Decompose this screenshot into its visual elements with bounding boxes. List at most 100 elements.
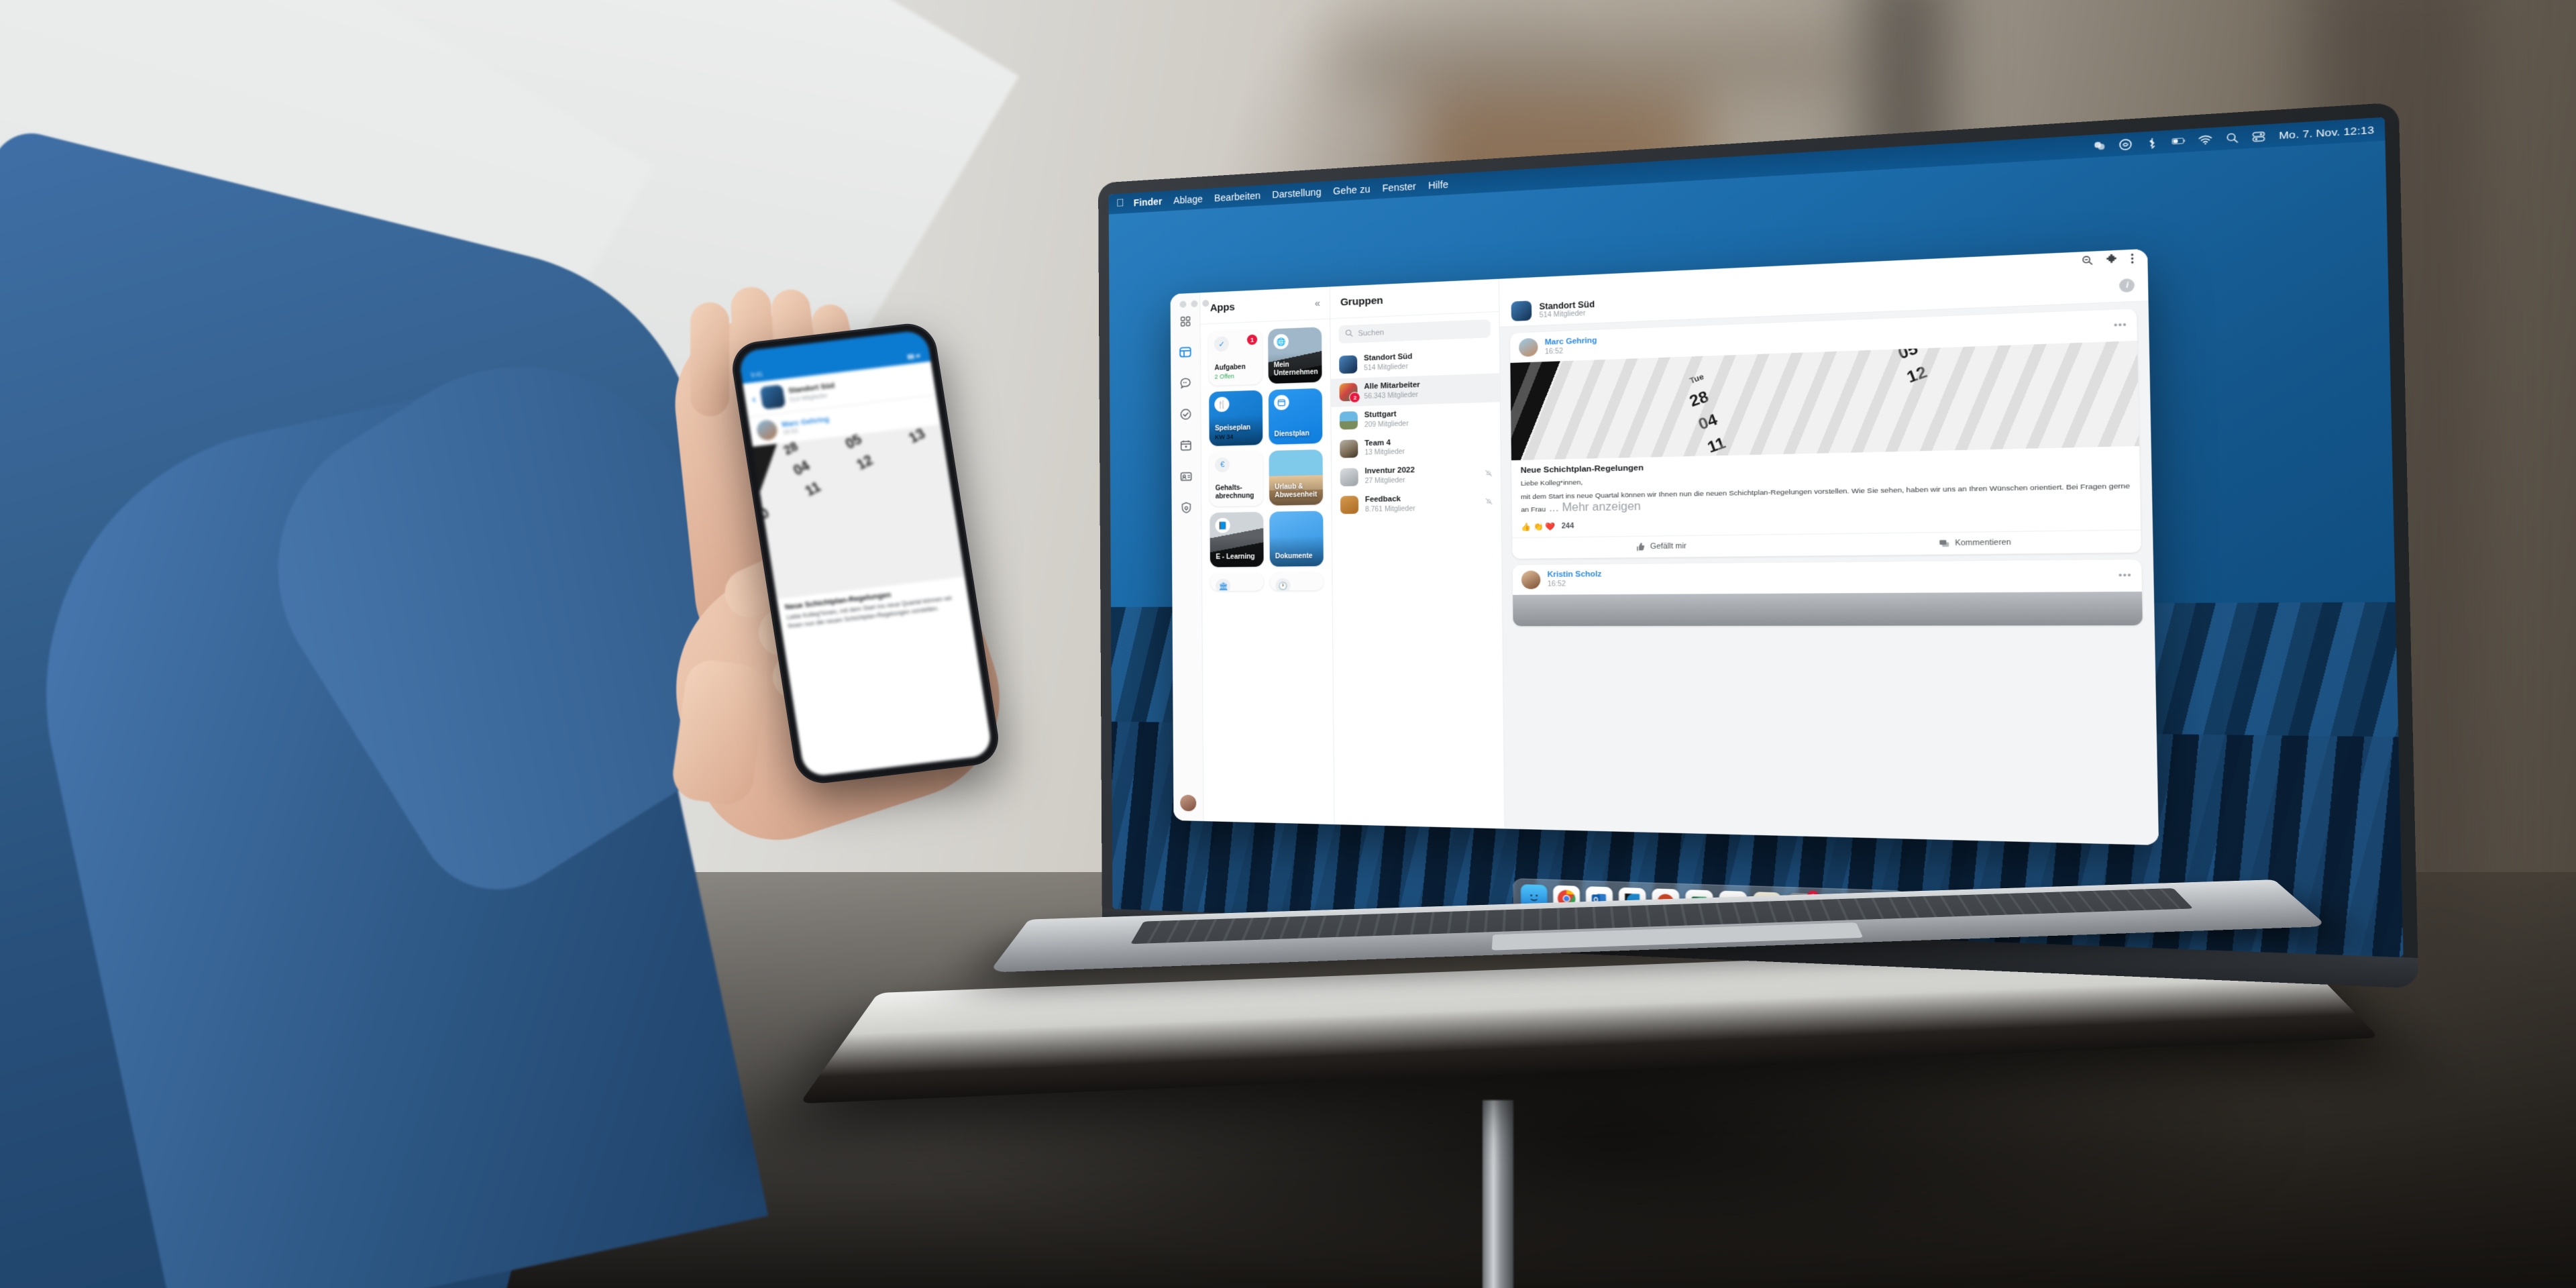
app-tile-dienstplan[interactable]: Dienstplan <box>1268 388 1323 445</box>
avatar[interactable] <box>1519 337 1539 358</box>
window-traffic-lights[interactable] <box>1179 300 1210 309</box>
photo-scene: 9:41 ▮▮ ▰ ‹ Standort Süd 514 Mitglieder … <box>0 0 2576 1288</box>
post-author[interactable]: Marc Gehring <box>1545 336 1597 348</box>
kebab-menu-icon[interactable]: ••• <box>2114 320 2127 331</box>
group-list-item-alle-mitarbeiter[interactable]: 2 Alle Mitarbeiter 56.343 Mitglieder <box>1331 373 1501 407</box>
contacts-card-icon[interactable] <box>1179 469 1194 484</box>
bell-muted-icon[interactable] <box>1485 469 1493 479</box>
menu-item-fenster[interactable]: Fenster <box>1382 180 1416 193</box>
wifi-icon[interactable] <box>2198 133 2212 145</box>
app-tile-label: Aufgaben <box>1214 364 1246 372</box>
creative-cloud-icon[interactable] <box>2118 138 2132 150</box>
laptop-screen[interactable]:  Finder Ablage Bearbeiten Darstellung G… <box>1108 117 2404 958</box>
menu-item-ablage[interactable]: Ablage <box>1173 193 1203 206</box>
phone-post-image: 27282930 03040506 10111213 <box>753 424 965 600</box>
app-tile-urlaub-abwesenheit[interactable]: Urlaub & Abwesenheit <box>1269 449 1324 506</box>
kebab-menu-icon[interactable]: ••• <box>2118 570 2132 581</box>
phone-group-avatar <box>759 384 786 410</box>
control-center-icon[interactable] <box>2252 131 2266 142</box>
group-list-item-feedback[interactable]: Feedback 8.761 Mitglieder <box>1332 488 1501 520</box>
apps-panel[interactable]: Apps « ✓ 1 Aufgaben 2 Offen 🌐 Mein Unter… <box>1200 286 1335 824</box>
avatar[interactable] <box>1180 794 1197 812</box>
phone-author-avatar <box>755 419 779 441</box>
app-tile-speiseplan[interactable]: 🍴 Speiseplan KW 34 <box>1209 390 1263 447</box>
tasks-check-icon[interactable] <box>1179 407 1193 422</box>
app-tile-mein-unternehmen[interactable]: 🌐 Mein Unternehmen <box>1268 327 1323 384</box>
shield-lock-icon[interactable] <box>1179 500 1194 516</box>
app-tile-gehaltsabrechnung[interactable]: € Gehalts- abrechnung <box>1210 451 1263 507</box>
apps-panel-header: Apps « <box>1200 286 1330 325</box>
dropbox-icon[interactable] <box>2093 140 2106 152</box>
comment-button-label: Kommentieren <box>1955 538 2011 548</box>
minimize-button[interactable] <box>1191 300 1198 308</box>
groups-panel[interactable]: Gruppen Suchen Standort Süd 514 Mitglied… <box>1330 278 1506 829</box>
menu-item-bearbeiten[interactable]: Bearbeiten <box>1214 190 1260 203</box>
like-button[interactable]: Gefällt mir <box>1513 534 1815 558</box>
app-tile-dokumente[interactable]: Dokumente <box>1269 511 1324 567</box>
groups-list[interactable]: Standort Süd 514 Mitglieder 2 Alle Mitar… <box>1331 344 1501 519</box>
menu-bar-clock[interactable]: Mo. 7. Nov. 12:13 <box>2279 123 2374 141</box>
group-avatar <box>1340 468 1359 486</box>
post-time: 16:52 <box>1547 580 1566 589</box>
reaction-heart-icon[interactable]: ❤️ <box>1546 522 1556 531</box>
menu-item-gehe-zu[interactable]: Gehe zu <box>1333 183 1371 197</box>
chat-icon[interactable] <box>1179 376 1193 391</box>
spotlight-search-icon[interactable] <box>2225 132 2239 144</box>
apps-tile-grid[interactable]: ✓ 1 Aufgaben 2 Offen 🌐 Mein Unternehmen <box>1201 319 1332 599</box>
puzzle-extension-icon[interactable] <box>2106 254 2118 267</box>
calendar-icon[interactable] <box>1179 438 1193 453</box>
feed-post[interactable]: Marc Gehring 16:52 ••• MonTueWed 2728293… <box>1510 309 2142 559</box>
chevron-left-icon[interactable]: ‹ <box>751 392 757 406</box>
chevron-double-left-icon[interactable]: « <box>1315 298 1320 309</box>
bell-muted-icon[interactable] <box>1485 498 1493 508</box>
search-minus-icon[interactable] <box>2082 256 2094 268</box>
phone-clock: 9:41 <box>750 370 763 379</box>
app-tile-label: Speiseplan <box>1214 424 1251 433</box>
menu-item-hilfe[interactable]: Hilfe <box>1428 178 1448 191</box>
group-avatar <box>1339 355 1358 374</box>
app-sidebar-rail[interactable] <box>1171 292 1204 822</box>
feed-panel[interactable]: Standort Süd 514 Mitglieder i Marc Gehri… <box>1499 249 2159 845</box>
like-button-label: Gefällt mir <box>1650 541 1687 551</box>
menu-item-finder[interactable]: Finder <box>1134 196 1163 208</box>
bluetooth-icon[interactable] <box>2145 137 2159 148</box>
group-list-item-inventur-2022[interactable]: Inventur 2022 27 Mitglieder <box>1332 460 1501 492</box>
zoom-button[interactable] <box>1202 300 1210 307</box>
close-button[interactable] <box>1179 301 1187 309</box>
menu-item-darstellung[interactable]: Darstellung <box>1272 186 1322 201</box>
info-icon[interactable]: i <box>2119 278 2135 293</box>
app-tile-aufgaben[interactable]: ✓ 1 Aufgaben 2 Offen <box>1209 329 1263 386</box>
group-members: 27 Mitglieder <box>1364 476 1405 486</box>
employee-app-window[interactable]: Apps « ✓ 1 Aufgaben 2 Offen 🌐 Mein Unter… <box>1171 249 2159 845</box>
desk-stand-pole <box>1483 1100 1513 1288</box>
post-image[interactable] <box>1513 591 2143 627</box>
apps-grid-icon[interactable] <box>1178 313 1193 329</box>
post-author[interactable]: Kristin Scholz <box>1547 570 1601 580</box>
search-input[interactable]: Suchen <box>1339 319 1491 344</box>
group-avatar <box>1340 411 1358 430</box>
reaction-thumbs-up-icon[interactable]: 👍 <box>1521 522 1531 531</box>
apple-logo-icon[interactable]:  <box>1116 197 1124 209</box>
group-members: 13 Mitglieder <box>1364 448 1405 458</box>
app-tile-label: Dienstplan <box>1274 430 1309 439</box>
app-tile-bank[interactable]: 🏛 <box>1210 573 1264 592</box>
reaction-clap-icon[interactable]: 👏 <box>1534 522 1544 531</box>
feed-post[interactable]: Kristin Scholz 16:52 ••• <box>1513 559 2143 627</box>
dashboard-icon[interactable] <box>1178 345 1193 360</box>
group-list-item-team-4[interactable]: Team 4 13 Mitglieder <box>1332 431 1501 464</box>
app-tile-e-learning[interactable]: 📘 E - Learning <box>1210 512 1264 568</box>
app-tile-zeiterfassung[interactable]: 🕐 <box>1269 572 1324 591</box>
post-feed[interactable]: Marc Gehring 16:52 ••• MonTueWed 2728293… <box>1500 302 2155 639</box>
calendar-icon <box>1273 394 1289 411</box>
comment-button[interactable]: Kommentieren <box>1815 530 2142 555</box>
phone-status-icons: ▮▮ ▰ <box>906 352 921 360</box>
search-icon <box>1346 329 1354 339</box>
avatar[interactable] <box>1521 570 1541 589</box>
group-list-item-stuttgart[interactable]: Stuttgart 209 Mitglieder <box>1332 402 1501 435</box>
app-tile-sub: 2 Offen <box>1214 372 1234 380</box>
battery-icon[interactable] <box>2171 136 2186 147</box>
reaction-count: 244 <box>1561 522 1574 531</box>
show-more-link[interactable]: ... Mehr anzeigen <box>1549 500 1641 514</box>
group-members: 56.343 Mitglieder <box>1364 391 1419 400</box>
kebab-menu-icon[interactable] <box>2131 253 2135 266</box>
